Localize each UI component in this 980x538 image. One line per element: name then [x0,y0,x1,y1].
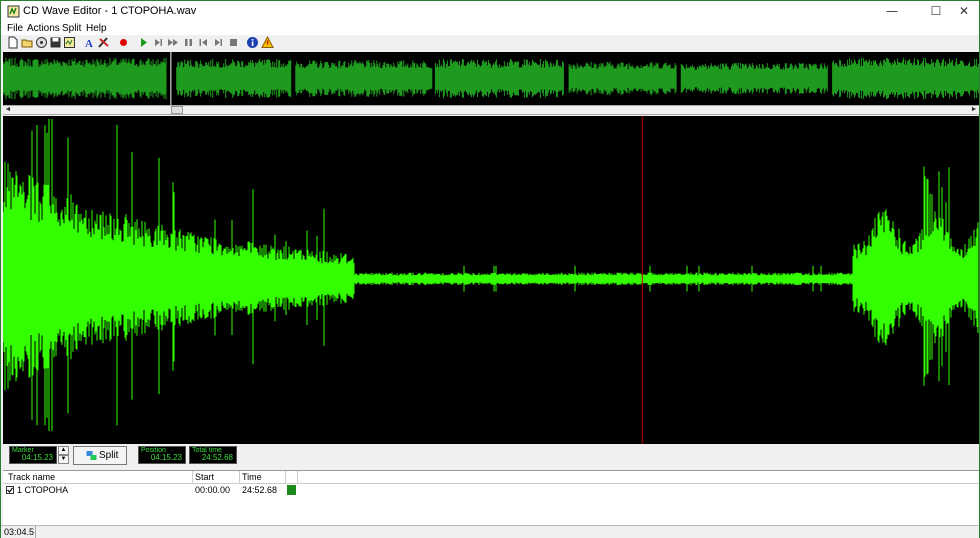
spin-up-icon[interactable]: ▲ [58,446,69,455]
track-start: 00:00.00 [195,485,231,495]
waveform-editor[interactable] [2,116,979,444]
table-row[interactable]: 1 СТОРОНА 00:00.00 24:52.68 [3,484,979,497]
menu-bar: File Actions Split Help [1,22,979,35]
maximize-button[interactable]: ☐ [921,1,951,22]
track-name: 1 СТОРОНА [17,485,69,495]
menu-file[interactable]: File [7,23,23,34]
play-to-end-icon[interactable] [152,36,165,49]
position-display: Position 04:15.23 [138,446,186,464]
save-tracks-icon[interactable] [63,36,76,49]
split-button-label: Split [99,450,119,461]
track-list-header: Track name Start Time [3,471,979,484]
minimize-button[interactable]: — [877,1,907,22]
marker-value: 04:15.23 [21,453,53,462]
overview-waveform-path [2,57,980,100]
svg-text:A: A [85,38,93,49]
scroll-right-arrow-icon[interactable]: ► [969,106,979,114]
scroll-thumb[interactable] [171,106,183,114]
tools-icon[interactable] [97,36,110,49]
rewind-icon[interactable] [197,36,210,49]
column-track-name[interactable]: Track name [8,472,55,482]
overview-waveform-graphic [2,52,980,105]
marker-spinner[interactable]: ▲ ▼ [58,446,69,464]
pause-icon[interactable] [182,36,195,49]
scroll-left-arrow-icon[interactable]: ◄ [3,106,13,114]
total-time-display: Total time 24:52.68 [189,446,237,464]
save-icon[interactable] [49,36,62,49]
info-icon[interactable] [246,36,259,49]
app-window: CD Wave Editor - 1 СТОРОНА.wav — ☐ ✕ Fil… [0,0,980,538]
control-bar: Marker 04:15.23 ▲ ▼ Split Position 04:15… [1,445,979,469]
split-button[interactable]: Split [73,446,127,465]
toolbar: A [1,35,979,51]
fast-forward-icon[interactable] [167,36,180,49]
main-waveform-graphic [2,116,979,444]
record-icon[interactable] [117,36,130,49]
status-time: 03:04.5 [4,527,35,537]
track-time: 24:52.68 [242,485,278,495]
total-time-value: 24:52.68 [201,453,233,462]
column-start[interactable]: Start [195,472,214,482]
stop-icon[interactable] [227,36,240,49]
position-value: 04:15.23 [150,453,182,462]
font-icon[interactable]: A [83,36,96,49]
skip-forward-icon[interactable] [212,36,225,49]
main-waveform-path [2,119,979,431]
menu-help[interactable]: Help [86,23,107,34]
title-bar[interactable]: CD Wave Editor - 1 СТОРОНА.wav — ☐ ✕ [1,1,979,22]
column-time[interactable]: Time [242,472,262,482]
spin-down-icon[interactable]: ▼ [58,455,69,464]
menu-split[interactable]: Split [62,23,81,34]
track-color-swatch [287,485,296,495]
warning-icon[interactable] [261,36,274,49]
close-button[interactable]: ✕ [949,1,979,22]
track-list: Track name Start Time 1 СТОРОНА 00:00.00… [3,470,979,526]
play-icon[interactable] [137,36,150,49]
waveform-overview[interactable] [2,52,980,105]
marker-display: Marker 04:15.23 [9,446,57,464]
new-icon[interactable] [6,36,19,49]
status-bar: 03:04.5 [1,525,979,538]
horizontal-scrollbar[interactable]: ◄ ► [3,105,979,115]
app-icon [7,5,20,18]
split-icon [86,451,97,460]
track-checkbox[interactable] [6,486,14,494]
menu-actions[interactable]: Actions [27,23,60,34]
cd-icon[interactable] [35,36,48,49]
window-title: CD Wave Editor - 1 СТОРОНА.wav [23,5,197,17]
open-icon[interactable] [21,36,34,49]
